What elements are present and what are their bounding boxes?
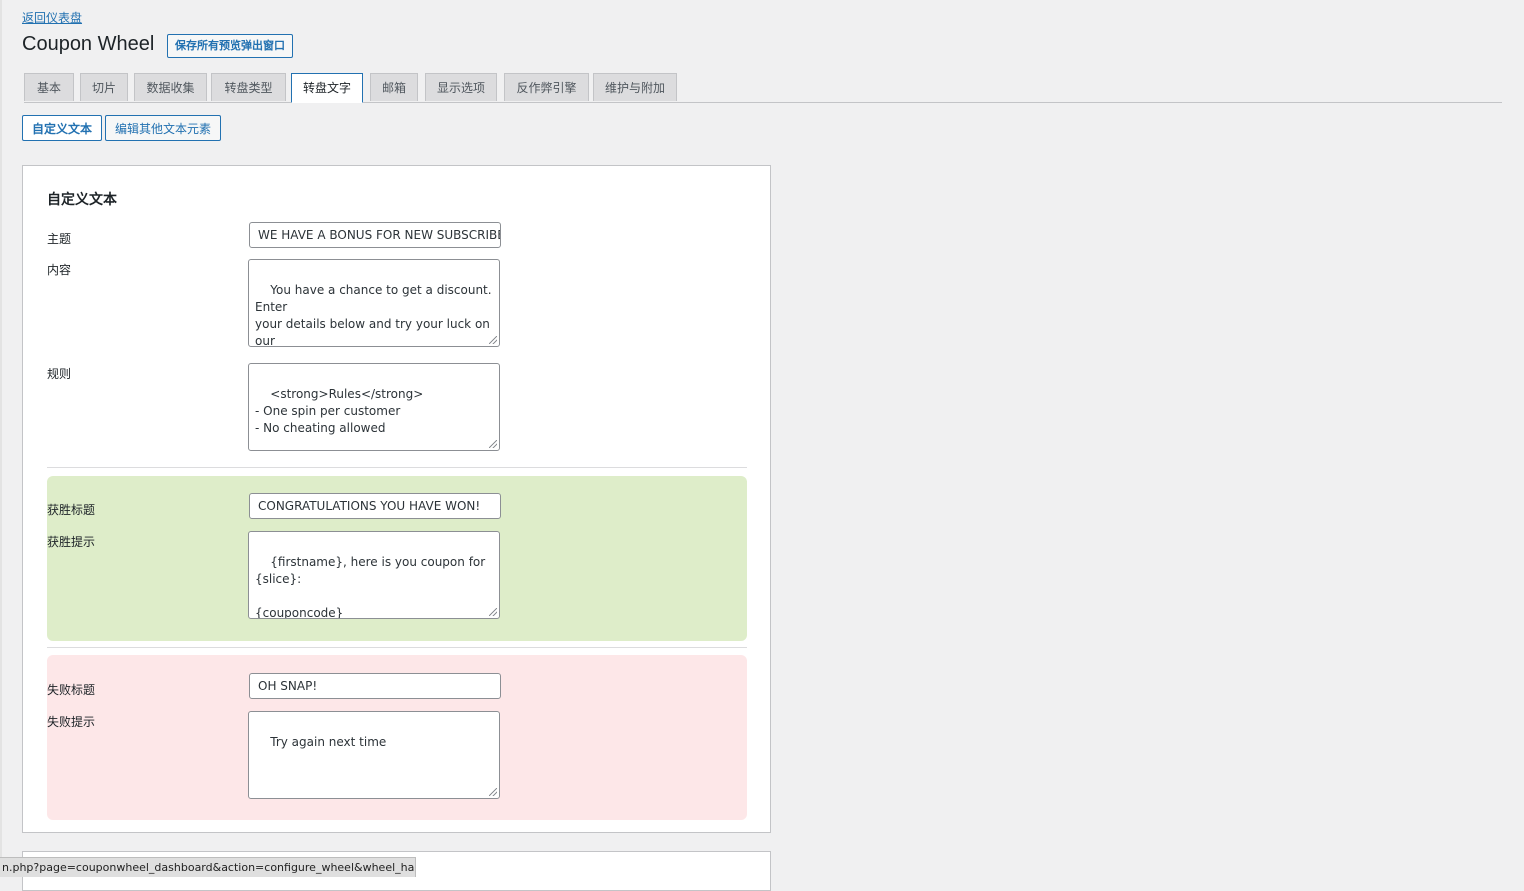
back-to-dashboard-link[interactable]: 返回仪表盘 xyxy=(22,9,82,26)
win-hint-label: 获胜提示 xyxy=(47,535,96,549)
subject-label: 主题 xyxy=(47,232,72,246)
page-title: Coupon Wheel xyxy=(22,33,155,55)
lose-hint-label: 失败提示 xyxy=(47,715,96,729)
subject-input[interactable]: WE HAVE A BONUS FOR NEW SUBSCRIBERS xyxy=(249,222,501,248)
custom-text-button[interactable]: 自定义文本 xyxy=(22,115,103,141)
divider xyxy=(47,467,747,468)
resize-handle-icon[interactable] xyxy=(489,788,497,796)
resize-handle-icon[interactable] xyxy=(489,608,497,616)
tab-wheel-text[interactable]: 转盘文字 xyxy=(291,73,363,103)
lose-title-label: 失败标题 xyxy=(47,683,96,697)
win-title-label: 获胜标题 xyxy=(47,503,96,517)
tab-data-collection[interactable]: 数据收集 xyxy=(134,73,207,101)
rules-textarea[interactable]: <strong>Rules</strong> - One spin per cu… xyxy=(248,363,500,451)
content-textarea[interactable]: You have a chance to get a discount. Ent… xyxy=(248,259,500,347)
win-hint-textarea[interactable]: {firstname}, here is you coupon for {sli… xyxy=(248,531,500,619)
resize-handle-icon[interactable] xyxy=(489,336,497,344)
tab-anti-cheat[interactable]: 反作弊引擎 xyxy=(504,73,589,101)
tab-email[interactable]: 邮箱 xyxy=(370,73,418,101)
settings-tabs: 基本 切片 数据收集 转盘类型 转盘文字 邮箱 显示选项 反作弊引擎 维护与附加 xyxy=(24,73,1502,103)
resize-handle-icon[interactable] xyxy=(489,440,497,448)
tab-display-options[interactable]: 显示选项 xyxy=(425,73,497,101)
tab-wheel-type[interactable]: 转盘类型 xyxy=(211,73,286,101)
win-title-input[interactable]: CONGRATULATIONS YOU HAVE WON! xyxy=(249,493,501,519)
rules-text: <strong>Rules</strong> - One spin per cu… xyxy=(255,387,424,435)
divider xyxy=(47,647,747,648)
tab-basic[interactable]: 基本 xyxy=(24,73,74,101)
lose-hint-text: Try again next time xyxy=(270,735,387,749)
window-left-edge xyxy=(0,0,2,877)
custom-text-panel: 自定义文本 主题 WE HAVE A BONUS FOR NEW SUBSCRI… xyxy=(22,165,771,833)
win-hint-text: {firstname}, here is you coupon for {sli… xyxy=(255,555,486,619)
content-label: 内容 xyxy=(47,263,72,277)
edit-other-text-button[interactable]: 编辑其他文本元素 xyxy=(105,115,222,141)
browser-status-url: n.php?page=couponwheel_dashboard&action=… xyxy=(0,857,416,877)
content-text: You have a chance to get a discount. Ent… xyxy=(255,283,492,347)
rules-label: 规则 xyxy=(47,367,72,381)
tab-slices[interactable]: 切片 xyxy=(80,73,128,101)
tab-maintenance[interactable]: 维护与附加 xyxy=(593,73,677,101)
lose-title-input[interactable]: OH SNAP! xyxy=(249,673,501,699)
lose-hint-textarea[interactable]: Try again next time xyxy=(248,711,500,799)
save-all-preview-button[interactable]: 保存所有预览弹出窗口 xyxy=(167,34,293,58)
section-title: 自定义文本 xyxy=(47,192,117,208)
